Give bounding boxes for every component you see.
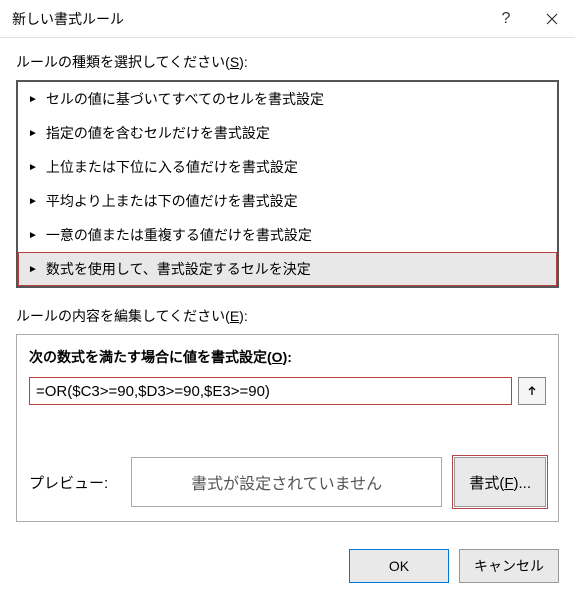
collapse-icon bbox=[526, 385, 538, 397]
arrow-icon: ► bbox=[28, 196, 38, 207]
edit-rule-label: ルールの内容を編集してください(E): bbox=[16, 306, 559, 326]
rule-item-5[interactable]: ►数式を使用して、書式設定するセルを決定 bbox=[18, 252, 557, 286]
arrow-icon: ► bbox=[28, 230, 38, 241]
preview-row: プレビュー: 書式が設定されていません 書式(F)... bbox=[29, 457, 546, 507]
edit-rule-box: 次の数式を満たす場合に値を書式設定(O): プレビュー: 書式が設定されていませ… bbox=[16, 334, 559, 522]
arrow-icon: ► bbox=[28, 94, 38, 105]
help-button[interactable]: ? bbox=[483, 0, 529, 38]
rule-item-1[interactable]: ►指定の値を含むセルだけを書式設定 bbox=[18, 116, 557, 150]
rule-item-2[interactable]: ►上位または下位に入る値だけを書式設定 bbox=[18, 150, 557, 184]
rule-type-label: ルールの種類を選択してください(S): bbox=[16, 52, 559, 72]
cancel-button[interactable]: キャンセル bbox=[459, 549, 559, 583]
new-format-rule-dialog: 新しい書式ルール ? ルールの種類を選択してください(S): ►セルの値に基づい… bbox=[0, 0, 575, 597]
formula-label: 次の数式を満たす場合に値を書式設定(O): bbox=[29, 347, 546, 367]
rule-item-3[interactable]: ►平均より上または下の値だけを書式設定 bbox=[18, 184, 557, 218]
formula-row bbox=[29, 377, 546, 405]
ok-button[interactable]: OK bbox=[349, 549, 449, 583]
rule-item-4[interactable]: ►一意の値または重複する値だけを書式設定 bbox=[18, 218, 557, 252]
arrow-icon: ► bbox=[28, 162, 38, 173]
arrow-icon: ► bbox=[28, 128, 38, 139]
rule-item-0[interactable]: ►セルの値に基づいてすべてのセルを書式設定 bbox=[18, 82, 557, 116]
close-icon bbox=[546, 13, 558, 25]
preview-box: 書式が設定されていません bbox=[131, 457, 442, 507]
arrow-icon: ► bbox=[28, 264, 38, 275]
preview-label: プレビュー: bbox=[29, 472, 119, 493]
collapse-dialog-button[interactable] bbox=[518, 377, 546, 405]
close-button[interactable] bbox=[529, 0, 575, 38]
dialog-title: 新しい書式ルール bbox=[12, 9, 483, 29]
dialog-footer: OK キャンセル bbox=[0, 549, 575, 597]
format-button[interactable]: 書式(F)... bbox=[454, 457, 546, 507]
titlebar: 新しい書式ルール ? bbox=[0, 0, 575, 38]
dialog-content: ルールの種類を選択してください(S): ►セルの値に基づいてすべてのセルを書式設… bbox=[0, 38, 575, 549]
rule-type-list[interactable]: ►セルの値に基づいてすべてのセルを書式設定 ►指定の値を含むセルだけを書式設定 … bbox=[16, 80, 559, 288]
formula-input[interactable] bbox=[29, 377, 512, 405]
